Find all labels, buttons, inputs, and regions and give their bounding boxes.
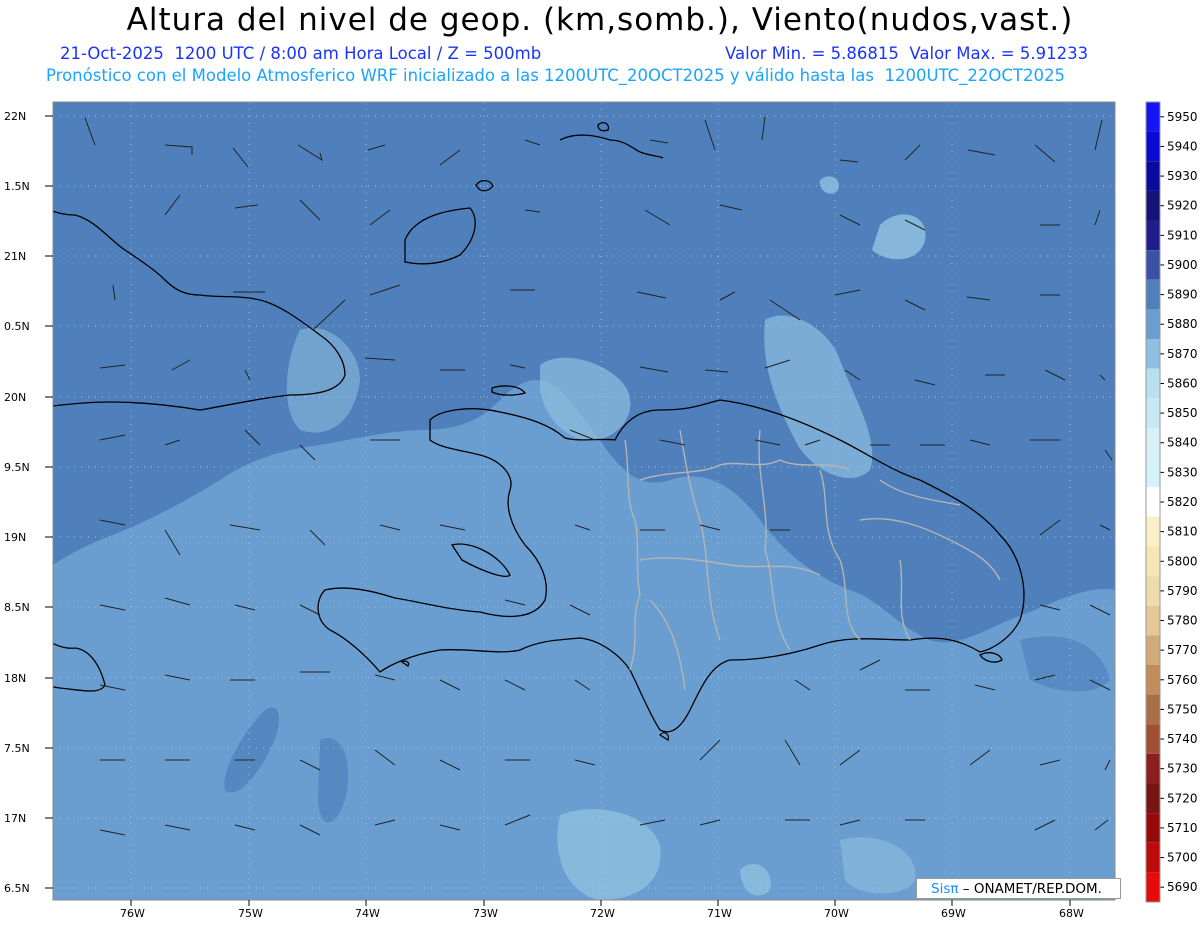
colorbar-label: 5790 bbox=[1167, 584, 1198, 598]
lat-label: 6.5N bbox=[4, 882, 30, 895]
colorbar-label: 5700 bbox=[1167, 851, 1198, 865]
lat-ticks bbox=[45, 115, 53, 889]
colorbar-swatch bbox=[1146, 368, 1160, 399]
colorbar-swatch bbox=[1146, 813, 1160, 843]
colorbar-label: 5800 bbox=[1167, 554, 1198, 568]
colorbar-swatch bbox=[1146, 516, 1160, 547]
lat-label: 7.5N bbox=[4, 742, 30, 755]
colorbar-swatch bbox=[1146, 398, 1160, 428]
colorbar-swatch bbox=[1146, 102, 1160, 132]
map-figure: 22N 1.5N 21N 0.5N 20N 9.5N 19N 8.5N 18N … bbox=[4, 101, 1198, 920]
colorbar-label: 5730 bbox=[1167, 762, 1198, 776]
lat-label: 18N bbox=[4, 672, 26, 685]
colorbar-label: 5870 bbox=[1167, 347, 1198, 361]
credit-text: – ONAMET/REP.DOM. bbox=[962, 881, 1102, 897]
colorbar-label: 5750 bbox=[1167, 702, 1198, 716]
lat-label: 20N bbox=[4, 391, 26, 404]
lat-label: 19N bbox=[4, 531, 26, 544]
colorbar-swatch bbox=[1146, 309, 1160, 340]
colorbar-label: 5690 bbox=[1167, 880, 1198, 894]
lon-label: 72W bbox=[590, 907, 615, 920]
colorbar-swatch bbox=[1146, 664, 1160, 695]
credit-box: Sisπ – ONAMET/REP.DOM. bbox=[916, 878, 1121, 899]
colorbar-label: 5930 bbox=[1167, 169, 1198, 183]
lon-label: 70W bbox=[824, 907, 849, 920]
colorbar: 5950 5940 5930 5920 5910 5900 5890 5880 5870 5860… bbox=[1145, 101, 1198, 903]
credit-brand: Sisπ bbox=[931, 881, 959, 897]
colorbar-swatch bbox=[1146, 457, 1160, 488]
colorbar-swatch bbox=[1146, 427, 1160, 458]
colorbar-swatch bbox=[1146, 783, 1160, 814]
lon-label: 73W bbox=[473, 907, 498, 920]
colorbar-label: 5910 bbox=[1167, 228, 1198, 242]
colorbar-swatch bbox=[1146, 724, 1160, 754]
lon-label: 75W bbox=[238, 907, 263, 920]
lat-label: 1.5N bbox=[4, 180, 30, 193]
colorbar-swatch bbox=[1146, 250, 1160, 280]
colorbar-label: 5780 bbox=[1167, 614, 1198, 628]
colorbar-swatch bbox=[1146, 635, 1160, 665]
colorbar-label: 5880 bbox=[1167, 317, 1198, 331]
colorbar-label: 5830 bbox=[1167, 465, 1198, 479]
colorbar-label: 5770 bbox=[1167, 643, 1198, 657]
lon-ticks bbox=[130, 900, 1071, 906]
colorbar-label: 5950 bbox=[1167, 110, 1198, 124]
colorbar-swatch bbox=[1146, 546, 1160, 577]
colorbar-swatch bbox=[1146, 576, 1160, 606]
lat-label: 21N bbox=[4, 250, 26, 263]
lat-label: 0.5N bbox=[4, 320, 30, 333]
colorbar-swatch bbox=[1146, 605, 1160, 636]
colorbar-swatch bbox=[1146, 842, 1160, 873]
colorbar-label: 5840 bbox=[1167, 436, 1198, 450]
colorbar-label: 5720 bbox=[1167, 791, 1198, 805]
colorbar-swatch bbox=[1146, 753, 1160, 784]
colorbar-label: 5900 bbox=[1167, 258, 1198, 272]
lon-label: 74W bbox=[355, 907, 380, 920]
colorbar-label: 5760 bbox=[1167, 673, 1198, 687]
colorbar-swatch bbox=[1146, 872, 1160, 902]
colorbar-label: 5860 bbox=[1167, 376, 1198, 390]
colorbar-label: 5810 bbox=[1167, 525, 1198, 539]
colorbar-swatch bbox=[1146, 487, 1160, 517]
lon-labels: 76W 75W 74W 73W 72W 71W 70W 69W 68W bbox=[120, 907, 1084, 920]
colorbar-swatch bbox=[1146, 279, 1160, 310]
colorbar-label: 5710 bbox=[1167, 821, 1198, 835]
colorbar-swatch bbox=[1146, 220, 1160, 251]
lat-labels: 22N 1.5N 21N 0.5N 20N 9.5N 19N 8.5N 18N … bbox=[4, 110, 30, 895]
colorbar-label: 5820 bbox=[1167, 495, 1198, 509]
lon-label: 68W bbox=[1059, 907, 1084, 920]
lon-label: 71W bbox=[707, 907, 732, 920]
colorbar-label: 5940 bbox=[1167, 139, 1198, 153]
map-area bbox=[53, 102, 1115, 900]
lat-label: 9.5N bbox=[4, 461, 30, 474]
lon-label: 76W bbox=[120, 907, 145, 920]
lon-label: 69W bbox=[941, 907, 966, 920]
colorbar-swatch bbox=[1146, 694, 1160, 725]
colorbar-label: 5890 bbox=[1167, 288, 1198, 302]
colorbar-swatch bbox=[1146, 131, 1160, 162]
colorbar-swatch bbox=[1146, 161, 1160, 191]
colorbar-swatch bbox=[1146, 339, 1160, 369]
lat-label: 22N bbox=[4, 110, 26, 123]
colorbar-label: 5740 bbox=[1167, 732, 1198, 746]
lat-label: 8.5N bbox=[4, 601, 30, 614]
colorbar-label: 5850 bbox=[1167, 406, 1198, 420]
colorbar-label: 5920 bbox=[1167, 199, 1198, 213]
colorbar-swatch bbox=[1146, 190, 1160, 221]
lat-label: 17N bbox=[4, 812, 26, 825]
